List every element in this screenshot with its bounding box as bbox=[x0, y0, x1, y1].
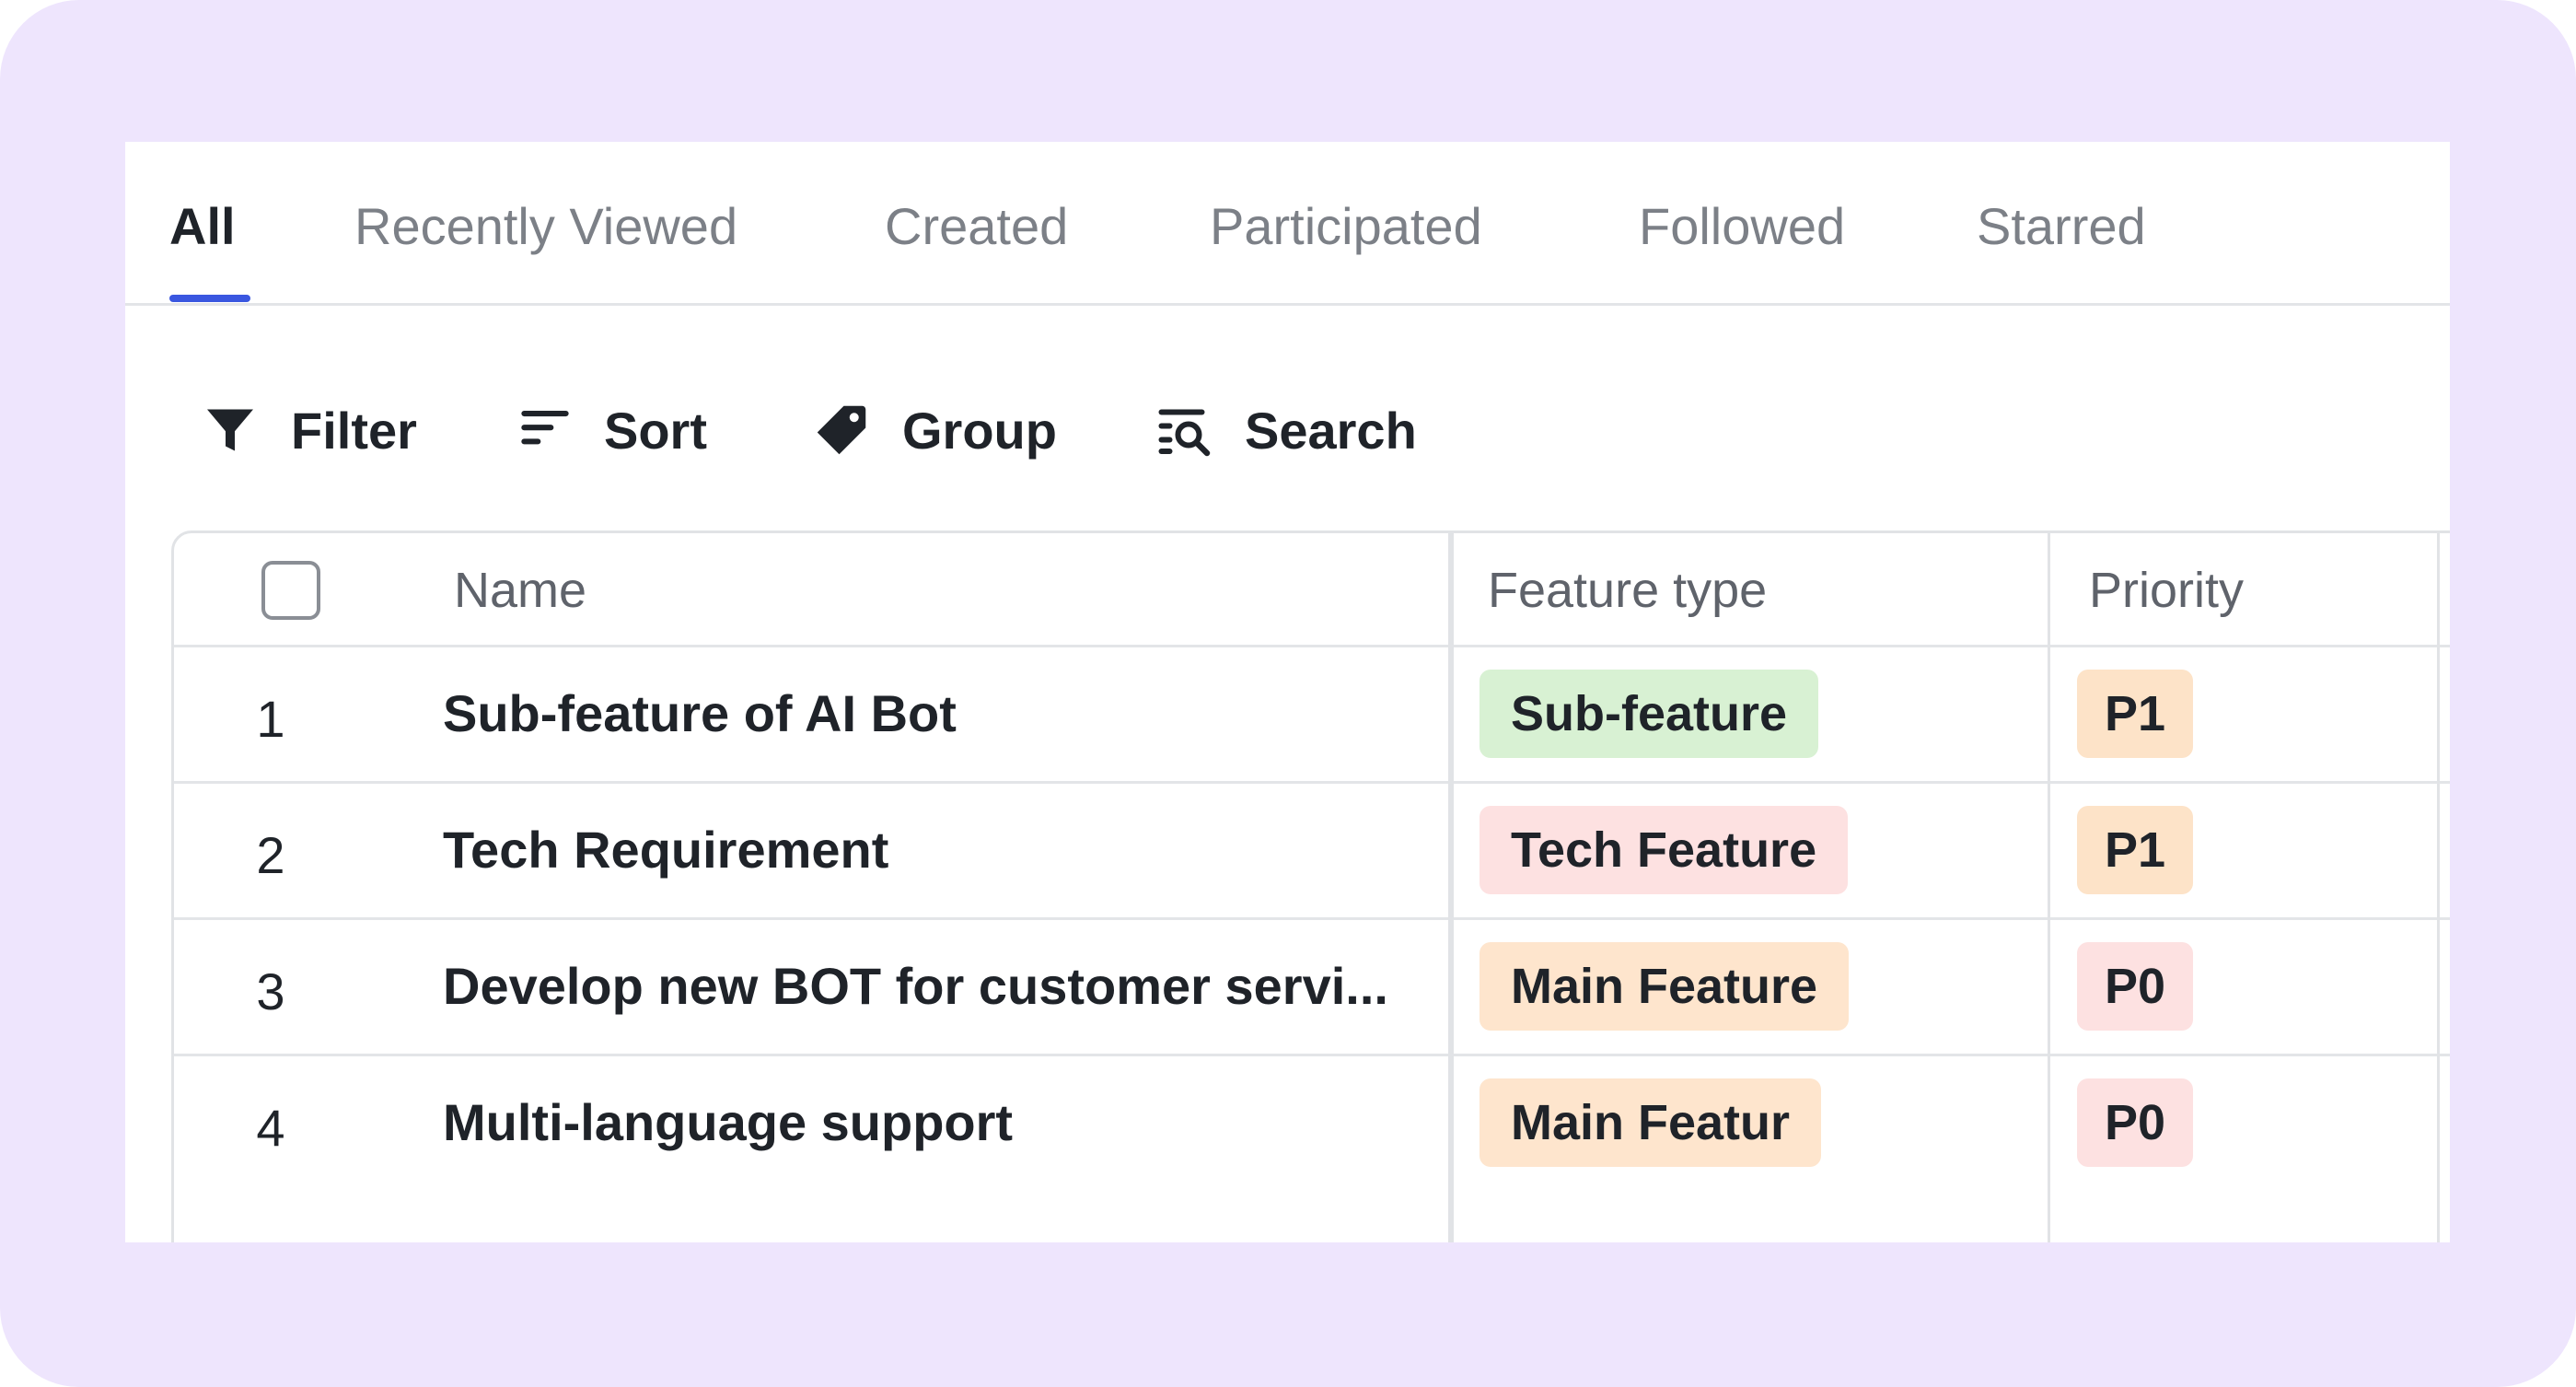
row-number: 3 bbox=[256, 962, 285, 1020]
view-tabs: All Recently Viewed Created Participated… bbox=[125, 142, 2450, 306]
priority-badge: P0 bbox=[2077, 1078, 2194, 1167]
column-header-priority[interactable]: Priority bbox=[2089, 561, 2244, 620]
column-header-feature-type[interactable]: Feature type bbox=[1488, 561, 1767, 620]
group-button[interactable]: Group bbox=[814, 390, 1057, 470]
select-all-checkbox[interactable] bbox=[261, 561, 320, 620]
tab-participated[interactable]: Participated bbox=[1210, 194, 1482, 259]
filter-button[interactable]: Filter bbox=[203, 390, 417, 470]
filter-label: Filter bbox=[291, 401, 417, 460]
record-name[interactable]: Tech Requirement bbox=[443, 821, 888, 880]
row-number: 2 bbox=[256, 826, 285, 884]
tag-icon bbox=[817, 405, 866, 455]
record-name[interactable]: Sub-feature of AI Bot bbox=[443, 684, 957, 743]
feature-type-tag: Main Feature bbox=[1479, 942, 1850, 1031]
sort-lines-icon bbox=[521, 411, 569, 445]
priority-badge: P0 bbox=[2077, 942, 2194, 1031]
table-row[interactable]: 3 Develop new BOT for customer servi... … bbox=[174, 920, 2450, 1056]
feature-type-tag: Tech Feature bbox=[1479, 806, 1849, 894]
feature-type-tag: Main Featur bbox=[1479, 1078, 1822, 1167]
tab-all[interactable]: All bbox=[169, 194, 236, 259]
tab-created[interactable]: Created bbox=[885, 194, 1068, 259]
column-divider[interactable] bbox=[1448, 533, 1454, 1242]
tab-followed[interactable]: Followed bbox=[1639, 194, 1845, 259]
row-number: 4 bbox=[256, 1099, 285, 1157]
record-name[interactable]: Develop new BOT for customer servi... bbox=[443, 957, 1388, 1016]
table-row[interactable]: 1 Sub-feature of AI Bot Sub-feature P1 bbox=[174, 647, 2450, 784]
active-tab-indicator bbox=[169, 295, 250, 302]
column-divider[interactable] bbox=[2048, 533, 2050, 1242]
records-table: Name Feature type Priority 1 Sub-feature… bbox=[171, 530, 2450, 1242]
search-button[interactable]: Search bbox=[1156, 390, 1417, 470]
record-name[interactable]: Multi-language support bbox=[443, 1093, 1013, 1152]
page-background: All Recently Viewed Created Participated… bbox=[0, 0, 2576, 1387]
feature-type-tag: Sub-feature bbox=[1479, 670, 1819, 758]
records-panel: All Recently Viewed Created Participated… bbox=[125, 142, 2450, 1242]
table-row[interactable]: 2 Tech Requirement Tech Feature P1 bbox=[174, 784, 2450, 920]
table-header-row: Name Feature type Priority bbox=[174, 533, 2450, 647]
funnel-icon bbox=[207, 409, 253, 451]
row-number: 1 bbox=[256, 690, 285, 748]
group-label: Group bbox=[902, 401, 1057, 460]
column-divider[interactable] bbox=[2437, 533, 2440, 1242]
priority-badge: P1 bbox=[2077, 670, 2194, 758]
priority-badge: P1 bbox=[2077, 806, 2194, 894]
search-list-icon bbox=[1158, 409, 1211, 457]
tab-starred[interactable]: Starred bbox=[1977, 194, 2146, 259]
search-label: Search bbox=[1245, 401, 1417, 460]
sort-button[interactable]: Sort bbox=[519, 390, 707, 470]
tab-recently-viewed[interactable]: Recently Viewed bbox=[354, 194, 737, 259]
column-header-name[interactable]: Name bbox=[454, 561, 586, 620]
sort-label: Sort bbox=[604, 401, 707, 460]
table-row[interactable]: 4 Multi-language support Main Featur P0 bbox=[174, 1056, 2450, 1193]
